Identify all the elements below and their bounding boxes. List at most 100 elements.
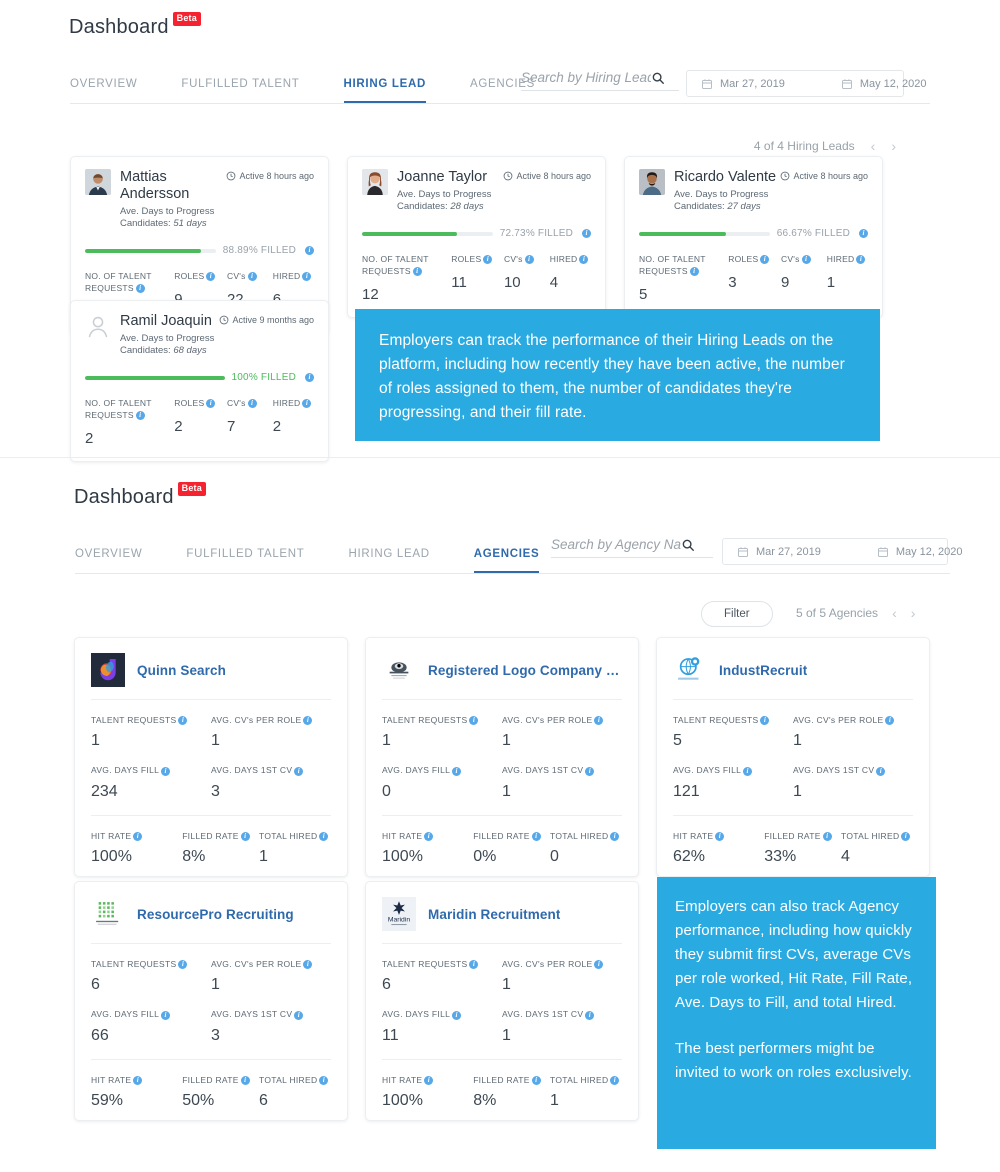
- tab-hiring-lead[interactable]: HIRING LEAD: [349, 548, 430, 574]
- info-icon[interactable]: i: [585, 1010, 595, 1020]
- info-icon[interactable]: i: [247, 272, 257, 282]
- info-icon[interactable]: i: [610, 831, 620, 841]
- info-icon[interactable]: i: [133, 831, 143, 841]
- tab-fulfilled-talent[interactable]: FULFILLED TALENT: [181, 78, 299, 104]
- info-icon[interactable]: i: [178, 960, 188, 970]
- agency-card[interactable]: Quinn Search TALENT REQUESTS i 1 AVG. CV'…: [74, 637, 348, 877]
- info-icon[interactable]: i: [424, 831, 434, 841]
- info-icon[interactable]: i: [531, 1075, 541, 1085]
- next-page-icon[interactable]: ›: [891, 139, 896, 153]
- date-from-value: Mar 27, 2019: [756, 545, 821, 558]
- agency-card[interactable]: Maridin Maridin Recruitment TALENT REQUE…: [365, 881, 639, 1121]
- stat-label: AVG. DAYS 1ST CV: [793, 765, 875, 776]
- info-icon[interactable]: i: [206, 272, 216, 282]
- date-to-value: May 12, 2020: [859, 77, 927, 90]
- info-icon[interactable]: i: [161, 1010, 171, 1020]
- info-icon[interactable]: i: [689, 267, 699, 277]
- info-icon[interactable]: i: [294, 1010, 304, 1020]
- agencies-pager: 5 of 5 Agencies ‹ ›: [796, 606, 915, 620]
- info-icon[interactable]: i: [161, 766, 171, 776]
- prev-page-icon[interactable]: ‹: [871, 139, 876, 153]
- info-icon[interactable]: i: [135, 284, 145, 294]
- info-icon[interactable]: i: [585, 766, 595, 776]
- info-icon[interactable]: i: [178, 716, 188, 726]
- date-from-cell[interactable]: Mar 27, 2019: [723, 539, 835, 564]
- info-icon[interactable]: i: [579, 255, 589, 265]
- info-icon[interactable]: i: [452, 766, 462, 776]
- hiring-lead-card[interactable]: Joanne Taylor Ave. Days to Progress Cand…: [347, 156, 606, 318]
- search-hiring-lead[interactable]: [521, 70, 679, 91]
- info-icon[interactable]: i: [760, 716, 770, 726]
- agency-card[interactable]: ResourcePro Recruiting TALENT REQUESTS i …: [74, 881, 348, 1121]
- info-icon[interactable]: i: [240, 1075, 250, 1085]
- tab-agencies[interactable]: AGENCIES: [473, 548, 540, 574]
- tab-overview[interactable]: OVERVIEW: [75, 548, 142, 574]
- tab-overview[interactable]: OVERVIEW: [70, 78, 137, 104]
- info-icon[interactable]: i: [610, 1075, 620, 1085]
- prev-page-icon[interactable]: ‹: [892, 606, 897, 620]
- hiring-lead-card[interactable]: Ricardo Valente Ave. Days to Progress Ca…: [624, 156, 883, 318]
- info-icon[interactable]: i: [594, 716, 604, 726]
- agency-card[interactable]: IndustRecruit TALENT REQUESTS i 5 AVG. CV…: [656, 637, 930, 877]
- quinn-search-logo: [91, 653, 125, 687]
- info-icon[interactable]: i: [412, 267, 422, 277]
- stat-roles: ROLES i 3: [728, 253, 781, 303]
- info-icon[interactable]: i: [303, 960, 313, 970]
- stat-avg-cvs-per-role: AVG. CV's PER ROLE i 1: [502, 715, 622, 750]
- info-icon[interactable]: i: [305, 373, 314, 382]
- info-icon[interactable]: i: [319, 1075, 329, 1085]
- info-icon[interactable]: i: [483, 255, 493, 265]
- date-range-agencies[interactable]: Mar 27, 2019 May 12, 2020: [722, 538, 962, 565]
- info-icon[interactable]: i: [452, 1010, 462, 1020]
- info-icon[interactable]: i: [901, 831, 911, 841]
- info-icon[interactable]: i: [743, 766, 753, 776]
- search-input[interactable]: [551, 537, 681, 552]
- agency-logo: [673, 653, 707, 687]
- info-icon[interactable]: i: [302, 399, 312, 409]
- info-icon[interactable]: i: [247, 399, 257, 409]
- info-icon[interactable]: i: [859, 229, 868, 238]
- info-icon[interactable]: i: [715, 831, 725, 841]
- info-icon[interactable]: i: [885, 716, 895, 726]
- agency-card[interactable]: Registered Logo Company for Intern... TA…: [365, 637, 639, 877]
- search-agencies[interactable]: [551, 537, 713, 558]
- next-page-icon[interactable]: ›: [911, 606, 916, 620]
- info-icon[interactable]: i: [424, 1075, 434, 1085]
- tab-fulfilled-talent[interactable]: FULFILLED TALENT: [186, 548, 304, 574]
- date-from-cell[interactable]: Mar 27, 2019: [687, 71, 799, 96]
- info-icon[interactable]: i: [135, 411, 145, 421]
- info-icon[interactable]: i: [524, 255, 534, 265]
- date-to-cell[interactable]: May 12, 2020: [863, 539, 977, 564]
- info-icon[interactable]: i: [469, 960, 479, 970]
- info-icon[interactable]: i: [303, 716, 313, 726]
- avatar-photo-male-1: [85, 169, 111, 195]
- info-icon[interactable]: i: [319, 831, 329, 841]
- info-icon[interactable]: i: [822, 831, 832, 841]
- info-icon[interactable]: i: [856, 255, 866, 265]
- info-icon[interactable]: i: [876, 766, 886, 776]
- info-icon[interactable]: i: [240, 831, 250, 841]
- info-icon[interactable]: i: [305, 246, 314, 255]
- info-icon[interactable]: i: [133, 1075, 143, 1085]
- info-icon[interactable]: i: [206, 399, 216, 409]
- info-icon[interactable]: i: [582, 229, 591, 238]
- hiring-lead-card[interactable]: Ramil Joaquin Ave. Days to Progress Cand…: [70, 300, 329, 462]
- agency-rates: HIT RATE i 59% FILLED RATE i 50% TOTAL HIR…: [91, 1062, 331, 1110]
- tab-hiring-lead[interactable]: HIRING LEAD: [343, 78, 426, 104]
- search-input[interactable]: [521, 70, 651, 85]
- info-icon[interactable]: i: [469, 716, 479, 726]
- info-icon[interactable]: i: [531, 831, 541, 841]
- agency-stats: TALENT REQUESTS i 6 AVG. CV's PER ROLE i 1…: [91, 944, 331, 1045]
- info-icon[interactable]: i: [594, 960, 604, 970]
- date-to-cell[interactable]: May 12, 2020: [827, 71, 941, 96]
- stat-value: 6: [91, 976, 100, 994]
- info-icon[interactable]: i: [294, 766, 304, 776]
- date-range-hiring-lead[interactable]: Mar 27, 2019 May 12, 2020: [686, 70, 926, 97]
- stat-value: 11: [382, 1026, 399, 1044]
- filter-button[interactable]: Filter: [701, 601, 773, 627]
- callout-text: Employers can track the performance of t…: [379, 332, 845, 421]
- info-icon[interactable]: i: [801, 255, 811, 265]
- info-icon[interactable]: i: [302, 272, 312, 282]
- last-active-text: Active 8 hours ago: [516, 171, 591, 181]
- info-icon[interactable]: i: [760, 255, 770, 265]
